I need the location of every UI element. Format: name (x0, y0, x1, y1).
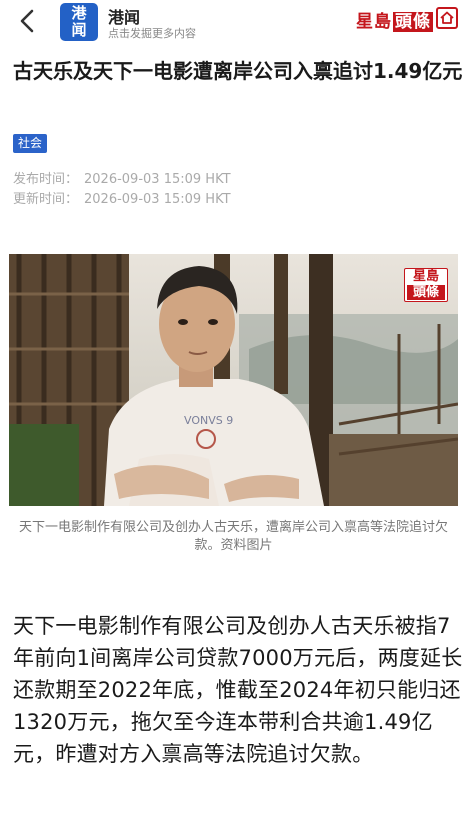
app-logo[interactable]: 港 闻 (60, 3, 98, 41)
photo-watermark: 星島 頭條 (404, 268, 448, 302)
updated-label: 更新时间： (13, 192, 79, 207)
photo-illustration: VONVS 9 (9, 254, 458, 506)
app-logo-top: 港 (71, 4, 87, 22)
home-icon[interactable] (436, 7, 458, 29)
app-subtitle[interactable]: 点击发掘更多内容 (108, 25, 196, 41)
article-title: 古天乐及天下一电影遭离岸公司入禀追讨1.49亿元 (13, 59, 463, 83)
top-bar: 港 闻 港闻 点击发掘更多内容 星島 頭條 (0, 0, 472, 44)
category-tag[interactable]: 社会 (13, 134, 48, 153)
brand-logo: 星島 頭條 (356, 7, 433, 32)
published-label: 发布时间： (13, 172, 79, 187)
svg-text:VONVS 9: VONVS 9 (184, 414, 233, 427)
photo-watermark-line1: 星島 (412, 269, 439, 284)
photo-caption: 天下一电影制作有限公司及创办人古天乐，遭离岸公司入禀高等法院追讨欠款。资料图片 (18, 520, 448, 553)
brand-part2: 頭條 (393, 12, 433, 32)
article-body: 天下一电影制作有限公司及创办人古天乐被指7年前向1间离岸公司贷款7000万元后，… (13, 614, 463, 766)
updated-time: 更新时间： 2026-09-03 15:09 HKT (13, 188, 231, 207)
updated-value: 2026-09-03 15:09 HKT (84, 192, 231, 207)
app-logo-bottom: 闻 (71, 21, 87, 39)
brand-part1: 星島 (356, 12, 392, 32)
back-icon[interactable] (14, 6, 42, 36)
photo-watermark-line2: 頭條 (407, 285, 445, 300)
article-photo[interactable]: VONVS 9 星島 頭條 (9, 254, 458, 506)
published-value: 2026-09-03 15:09 HKT (84, 172, 231, 187)
published-time: 发布时间： 2026-09-03 15:09 HKT (13, 168, 231, 187)
